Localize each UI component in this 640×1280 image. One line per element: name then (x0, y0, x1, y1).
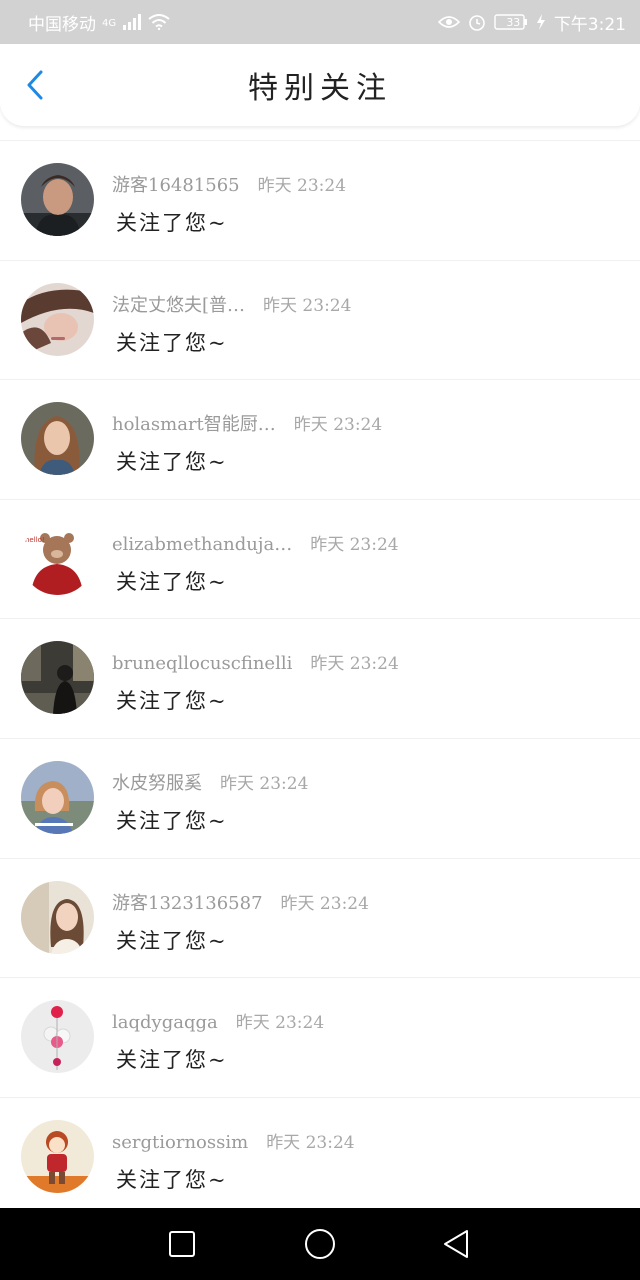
timestamp: 昨天 23:24 (257, 176, 347, 196)
follow-message: 关注了您~ (116, 928, 228, 953)
user-name[interactable]: 水皮努服奚 (112, 769, 202, 795)
timestamp: 昨天 23:24 (293, 415, 383, 436)
network-label: 4G (102, 17, 117, 29)
name-line: 游客16481565 昨天 23:24 (112, 171, 346, 197)
avatar[interactable] (21, 880, 94, 954)
carrier-label: 中国移动 (28, 14, 96, 35)
follow-message: 关注了您~ (116, 689, 228, 714)
avatar-girl-window-icon (21, 880, 94, 954)
app-header: 特别关注 (0, 44, 640, 126)
avatar[interactable] (21, 282, 94, 356)
follow-list: 游客16481565 昨天 23:24 关注了您~ 法定丈悠夫[普… 昨天 23… (0, 126, 640, 1208)
avatar[interactable] (21, 1119, 94, 1193)
avatar[interactable] (21, 1000, 94, 1074)
list-item[interactable]: hello! elizabmethanduja… 昨天 23:24 关注了您~ (0, 498, 640, 619)
timestamp: 昨天 23:24 (263, 295, 352, 316)
timestamp: 昨天 23:24 (310, 654, 399, 675)
avatar-woman-lying-icon (21, 282, 94, 356)
avatar[interactable] (21, 641, 94, 715)
avatar[interactable] (21, 760, 94, 834)
avatar[interactable] (21, 163, 94, 236)
user-name[interactable]: bruneqllocuscfinelli (112, 653, 292, 674)
name-line: 水皮努服奚 昨天 23:24 (112, 769, 308, 795)
avatar-cartoon-girl-icon (21, 1119, 94, 1193)
page-title: 特别关注 (248, 71, 392, 106)
home-icon (305, 1229, 335, 1259)
name-line: bruneqllocuscfinelli 昨天 23:24 (112, 649, 399, 674)
list-item[interactable]: 水皮努服奚 昨天 23:24 关注了您~ (0, 737, 640, 858)
follow-message: 关注了您~ (116, 211, 228, 235)
timestamp: 昨天 23:24 (235, 1013, 325, 1034)
timestamp: 昨天 23:24 (280, 893, 369, 914)
name-line: sergtiornossim 昨天 23:24 (112, 1128, 355, 1153)
avatar-teddy-bear-icon: hello! (21, 521, 94, 595)
svg-text:hello!: hello! (25, 536, 45, 544)
signal-icon (122, 14, 142, 30)
status-right: 33 下午3:21 (437, 10, 626, 35)
avatar-balloons-icon (21, 1000, 94, 1074)
follow-message: 关注了您~ (116, 1167, 228, 1192)
follow-message: 关注了您~ (116, 808, 228, 833)
recent-apps-button[interactable] (162, 1224, 202, 1264)
list-item[interactable]: 游客1323136587 昨天 23:24 关注了您~ (0, 857, 640, 978)
wifi-icon (148, 14, 170, 30)
user-name[interactable]: laqdygaqga (112, 1012, 218, 1033)
timestamp: 昨天 23:24 (220, 773, 309, 794)
recent-apps-icon (169, 1231, 195, 1257)
back-button[interactable] (18, 68, 52, 102)
avatar-man-hoodie-icon (21, 163, 94, 236)
status-bar: 中国移动 4G 33 下午3:21 (0, 0, 640, 44)
name-line: laqdygaqga 昨天 23:24 (112, 1008, 324, 1033)
timestamp: 昨天 23:24 (266, 1132, 355, 1153)
name-line: 法定丈悠夫[普… 昨天 23:24 (112, 291, 351, 317)
user-name[interactable]: sergtiornossim (112, 1132, 248, 1153)
avatar[interactable] (21, 402, 94, 476)
list-item[interactable]: 法定丈悠夫[普… 昨天 23:24 关注了您~ (0, 259, 640, 380)
battery-level: 33 (506, 15, 521, 29)
avatar-girl-outdoor-icon (21, 760, 94, 834)
avatar-man-street-icon (21, 641, 94, 715)
avatar[interactable]: hello! (21, 521, 94, 595)
user-name[interactable]: 游客1323136587 (112, 889, 263, 915)
user-name[interactable]: 游客16481565 (112, 171, 240, 197)
back-triangle-icon (444, 1230, 468, 1258)
user-name[interactable]: holasmart智能厨… (112, 410, 276, 436)
avatar-woman-portrait-icon (21, 402, 94, 476)
list-item[interactable]: laqdygaqga 昨天 23:24 关注了您~ (0, 977, 640, 1097)
alarm-icon (468, 13, 486, 31)
charging-icon (536, 14, 546, 30)
follow-message: 关注了您~ (116, 330, 228, 355)
name-line: 游客1323136587 昨天 23:24 (112, 889, 369, 915)
eye-icon (437, 15, 460, 29)
follow-message: 关注了您~ (116, 450, 228, 475)
back-nav-button[interactable] (436, 1224, 476, 1264)
name-line: elizabmethanduja… 昨天 23:24 (112, 530, 399, 555)
status-left: 中国移动 4G (28, 10, 170, 35)
status-time: 下午3:21 (553, 14, 626, 35)
user-name[interactable]: 法定丈悠夫[普… (112, 291, 245, 317)
user-name[interactable]: elizabmethanduja… (112, 534, 292, 555)
follow-message: 关注了您~ (116, 569, 228, 594)
follow-message: 关注了您~ (116, 1048, 228, 1073)
system-nav-bar (0, 1208, 640, 1280)
home-button[interactable] (300, 1224, 340, 1264)
timestamp: 昨天 23:24 (310, 534, 399, 555)
list-item[interactable]: holasmart智能厨… 昨天 23:24 关注了您~ (0, 379, 640, 499)
chevron-left-icon (27, 70, 43, 100)
list-item[interactable]: bruneqllocuscfinelli 昨天 23:24 关注了您~ (0, 618, 640, 738)
list-item[interactable]: sergtiornossim 昨天 23:24 关注了您~ (0, 1096, 640, 1208)
list-item[interactable]: 游客16481565 昨天 23:24 关注了您~ (0, 140, 640, 260)
name-line: holasmart智能厨… 昨天 23:24 (112, 410, 382, 436)
